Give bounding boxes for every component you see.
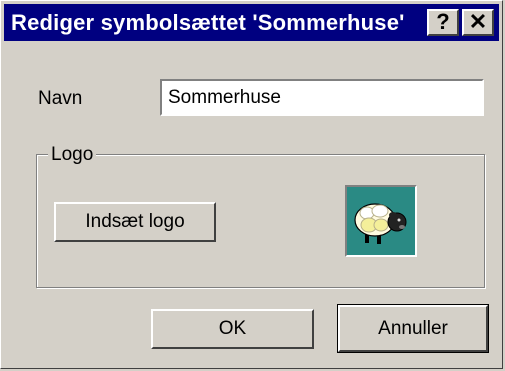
- ok-label: OK: [218, 318, 247, 339]
- close-icon: ✕: [468, 9, 488, 34]
- cancel-button[interactable]: Annuller: [337, 304, 489, 353]
- cancel-label: Annuller: [378, 318, 448, 339]
- logo-group-legend: Logo: [48, 144, 97, 166]
- insert-logo-label: Indsæt logo: [85, 211, 185, 232]
- ok-button[interactable]: OK: [151, 309, 314, 349]
- name-input[interactable]: [160, 79, 484, 116]
- insert-logo-button[interactable]: Indsæt logo: [54, 202, 216, 242]
- dialog-title: Rediger symbolsættet 'Sommerhuse': [11, 10, 405, 35]
- title-bar[interactable]: Rediger symbolsættet 'Sommerhuse' ? ✕: [4, 4, 499, 41]
- logo-preview: [345, 185, 417, 257]
- dialog-window: Rediger symbolsættet 'Sommerhuse' ? ✕ Na…: [0, 0, 503, 369]
- name-label: Navn: [38, 88, 83, 109]
- help-button[interactable]: ?: [427, 9, 459, 36]
- close-button[interactable]: ✕: [462, 9, 494, 36]
- sheep-icon: [347, 187, 415, 255]
